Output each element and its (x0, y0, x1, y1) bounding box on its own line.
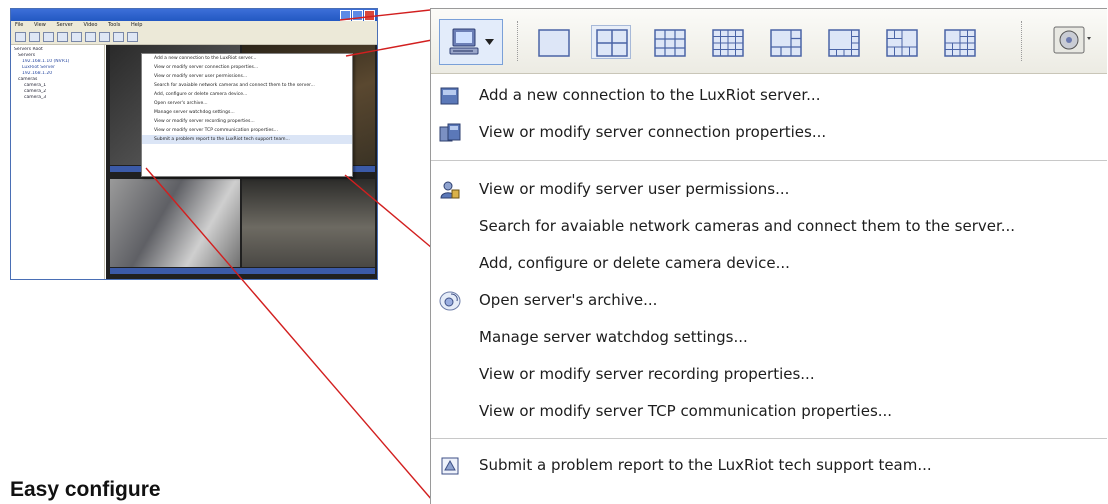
thumbnail-server-tree: Servers Root Servers 192.168.1.10 (NVR1)… (11, 45, 105, 279)
thumbnail-menu-video: Video (83, 22, 98, 28)
menu-item-recording-properties[interactable]: View or modify server recording properti… (431, 356, 1107, 393)
archive-icon (439, 291, 461, 311)
thumbnail-server-menu: Add a new connection to the LuxRiot serv… (141, 53, 353, 177)
menu-item-label: Search for avaiable network cameras and … (479, 217, 1016, 235)
thumbnail-menu-item: Add, configure or delete camera device..… (154, 92, 248, 97)
layout-2x2-icon (596, 29, 628, 57)
menu-separator (431, 160, 1107, 161)
menu-item-connection-properties[interactable]: View or modify server connection propert… (431, 114, 1107, 151)
server-menu-zoom-panel: Add a new connection to the LuxRiot serv… (430, 8, 1107, 504)
layout-2x2-button[interactable] (591, 25, 631, 59)
layout-1plus5-icon (770, 29, 802, 57)
thumbnail-menu-item: Add a new connection to the LuxRiot serv… (154, 56, 257, 61)
layout-4x4-icon (712, 29, 744, 57)
menu-separator (431, 438, 1107, 439)
layout-1plus5-button[interactable] (765, 25, 805, 59)
menu-item-search-cameras[interactable]: Search for avaiable network cameras and … (431, 208, 1107, 245)
report-icon (441, 457, 459, 475)
thumbnail-menu-tools: Tools (108, 22, 121, 28)
menu-item-tcp-properties[interactable]: View or modify server TCP communication … (431, 393, 1107, 430)
thumbnail-menu-view: View (33, 22, 46, 28)
camera-view-3 (110, 179, 240, 267)
camera-status-bar (110, 268, 375, 274)
thumbnail-menu-item: View or modify server recording properti… (154, 119, 255, 124)
layout-1plus12-button[interactable] (939, 25, 979, 59)
layout-1plus12-icon (944, 29, 976, 57)
menu-item-label: Add, configure or delete camera device..… (479, 254, 790, 272)
toolbar-separator (517, 21, 520, 61)
connect-server-button[interactable] (439, 19, 503, 65)
feature-caption: Easy configure (10, 478, 161, 501)
layout-1x1-button[interactable] (533, 25, 573, 59)
user-permissions-icon (440, 181, 460, 199)
thumbnail-menu-item: View or modify server connection propert… (154, 65, 259, 70)
disk-icon (1053, 26, 1091, 54)
menu-item-add-connection[interactable]: Add a new connection to the LuxRiot serv… (431, 77, 1107, 114)
computer-icon (449, 28, 478, 55)
menu-item-label: Manage server watchdog settings... (479, 328, 748, 346)
menu-item-label: Add a new connection to the LuxRiot serv… (479, 86, 821, 104)
layout-2plus8-icon (886, 29, 918, 57)
menu-item-label: View or modify server TCP communication … (479, 402, 893, 420)
toolbar-separator (1021, 21, 1024, 61)
thumbnail-menu-item: Search for avaiable network cameras and … (154, 83, 315, 88)
thumbnail-menubar: File View Server Video Tools Help (11, 21, 377, 30)
tree-node: camera_3 (24, 95, 47, 100)
menu-item-label: Submit a problem report to the LuxRiot t… (479, 456, 932, 474)
menu-item-label: View or modify server recording properti… (479, 365, 815, 383)
thumbnail-menu-item: View or modify server user permissions..… (154, 74, 248, 79)
thumbnail-menu-item: Manage server watchdog settings... (154, 110, 235, 115)
layout-3x3-button[interactable] (649, 25, 689, 59)
thumbnail-menu-item: Submit a problem report to the LuxRiot t… (142, 135, 352, 144)
thumbnail-title-bar (11, 9, 377, 21)
server-context-menu: Add a new connection to the LuxRiot serv… (431, 74, 1107, 484)
layout-1plus7-button[interactable] (823, 25, 863, 59)
thumbnail-window-buttons (340, 10, 375, 21)
menu-item-camera-devices[interactable]: Add, configure or delete camera device..… (431, 245, 1107, 282)
layout-1x1-icon (538, 29, 570, 57)
archive-disk-button[interactable] (1051, 23, 1093, 61)
camera-view-4 (242, 179, 375, 267)
chevron-down-icon (484, 39, 494, 45)
thumbnail-menu-file: File (15, 22, 24, 28)
server-add-icon (440, 87, 459, 105)
thumbnail-menu-item: Open server's archive... (154, 101, 208, 106)
menu-item-label: View or modify server connection propert… (479, 123, 827, 141)
layout-4x4-button[interactable] (707, 25, 747, 59)
menu-item-watchdog[interactable]: Manage server watchdog settings... (431, 319, 1107, 356)
thumbnail-toolbar (11, 30, 377, 45)
menu-item-label: Open server's archive... (479, 291, 658, 309)
layout-2plus8-button[interactable] (881, 25, 921, 59)
thumbnail-menu-item: View or modify server TCP communication … (154, 128, 278, 133)
menu-item-user-permissions[interactable]: View or modify server user permissions..… (431, 171, 1107, 208)
server-properties-icon (439, 123, 461, 142)
app-screenshot-thumbnail: File View Server Video Tools Help Server… (10, 8, 378, 280)
menu-item-label: View or modify server user permissions..… (479, 180, 790, 198)
menu-item-submit-report[interactable]: Submit a problem report to the LuxRiot t… (431, 447, 1107, 484)
thumbnail-menu-server: Server (56, 22, 73, 28)
menu-item-open-archive[interactable]: Open server's archive... (431, 282, 1107, 319)
layout-1plus7-icon (828, 29, 860, 57)
main-toolbar (431, 9, 1107, 74)
layout-3x3-icon (654, 29, 686, 57)
thumbnail-menu-help: Help (130, 22, 143, 28)
